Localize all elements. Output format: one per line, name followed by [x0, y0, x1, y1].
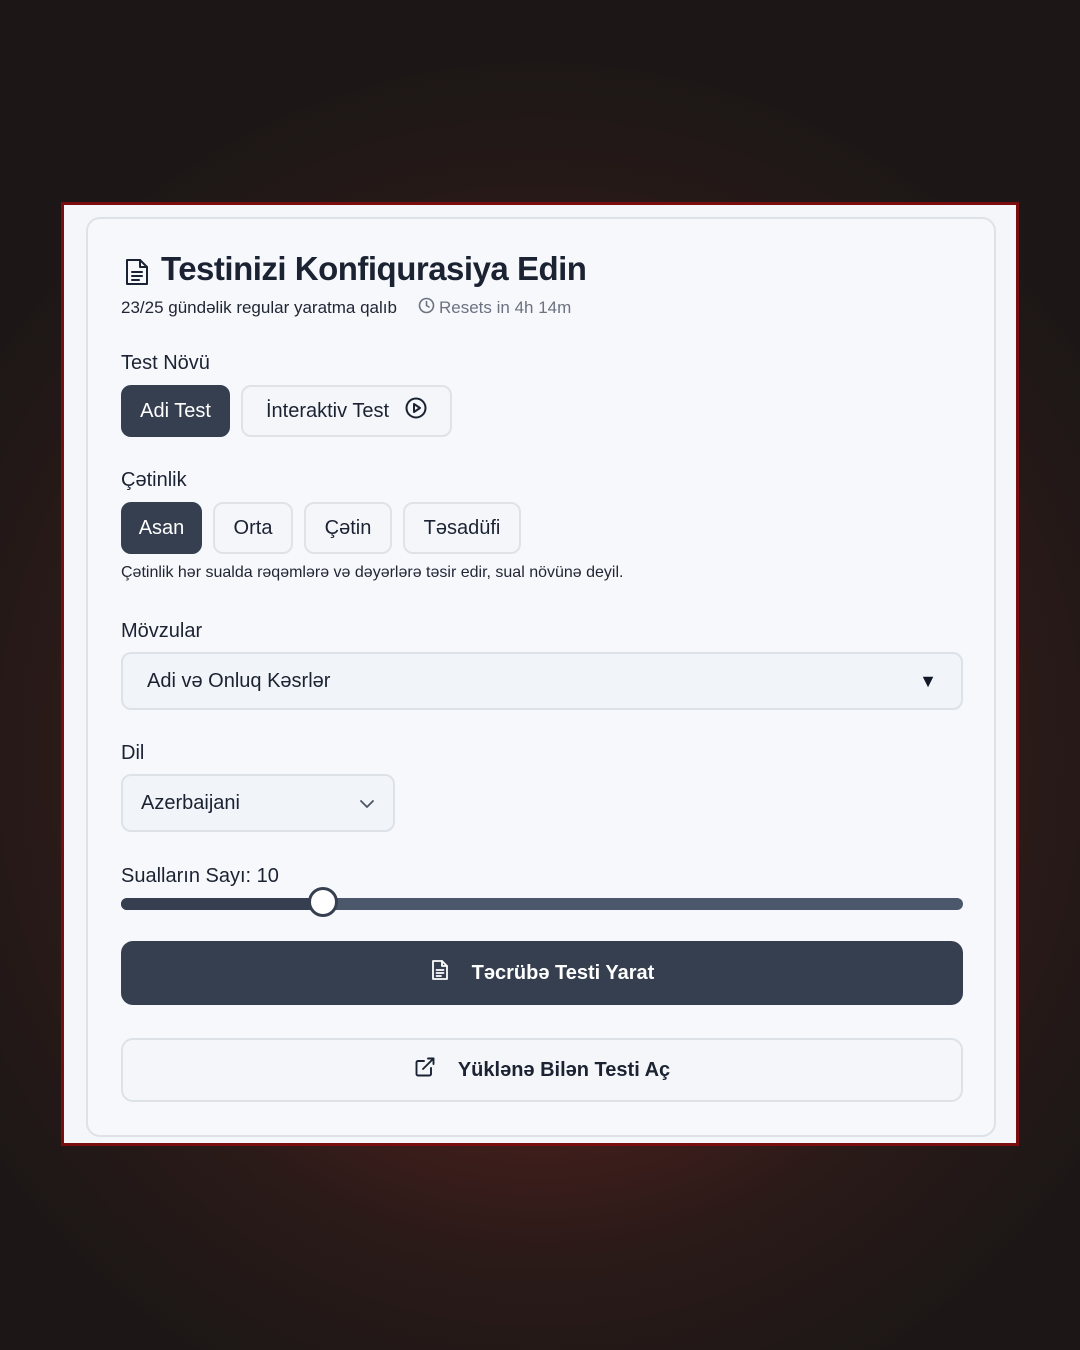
language-label: Dil	[121, 742, 145, 764]
language-select[interactable]: Azerbaijani	[121, 774, 395, 832]
triangle-down-icon: ▼	[919, 670, 937, 691]
difficulty-easy-button[interactable]: Asan	[121, 502, 202, 554]
difficulty-hard-button[interactable]: Çətin	[304, 502, 392, 554]
difficulty-hint: Çətinlik hər sualda rəqəmlərə və dəyərlə…	[121, 564, 624, 581]
clock-icon	[418, 297, 435, 319]
question-count-slider-thumb[interactable]	[308, 887, 338, 917]
chevron-down-icon	[359, 792, 375, 815]
question-count-slider-fill	[121, 898, 323, 910]
difficulty-hard-label: Çətin	[324, 516, 372, 539]
test-type-standard-label: Adi Test	[140, 399, 211, 422]
quota-text: 23/25 gündəlik regular yaratma qalıb	[121, 298, 397, 317]
difficulty-medium-label: Orta	[233, 516, 273, 539]
difficulty-label: Çətinlik	[121, 469, 187, 491]
question-count-label: Sualların Sayı: 10	[121, 865, 279, 887]
reset-timer: Resets in 4h 14m	[418, 297, 571, 319]
play-circle-icon	[405, 397, 427, 425]
test-type-interactive-label: İnteraktiv Test	[265, 399, 390, 422]
page-title: Testinizi Konfiqurasiya Edin	[161, 250, 587, 287]
open-downloadable-test-button[interactable]: Yüklənə Bilən Testi Aç	[121, 1038, 963, 1102]
difficulty-random-button[interactable]: Təsadüfi	[403, 502, 521, 554]
open-downloadable-test-label: Yüklənə Bilən Testi Aç	[457, 1058, 671, 1081]
difficulty-random-label: Təsadüfi	[423, 516, 501, 539]
generate-test-label: Təcrübə Testi Yarat	[471, 961, 655, 984]
reset-text: Resets in 4h 14m	[439, 298, 572, 317]
document-icon	[123, 257, 151, 287]
topics-value: Adi və Onluq Kəsrlər	[147, 669, 331, 692]
difficulty-easy-label: Asan	[138, 516, 185, 539]
language-value: Azerbaijani	[141, 791, 240, 814]
document-icon	[430, 959, 450, 987]
topics-select[interactable]: Adi və Onluq Kəsrlər ▼	[121, 652, 963, 710]
config-card: Testinizi Konfiqurasiya Edin 23/25 gündə…	[86, 217, 996, 1137]
test-type-standard-button[interactable]: Adi Test	[121, 385, 230, 437]
external-link-icon	[414, 1056, 436, 1084]
topics-label: Mövzular	[121, 620, 203, 642]
test-type-label: Test Növü	[121, 352, 210, 374]
generate-test-button[interactable]: Təcrübə Testi Yarat	[121, 941, 963, 1005]
test-type-interactive-button[interactable]: İnteraktiv Test	[241, 385, 452, 437]
app-frame: Testinizi Konfiqurasiya Edin 23/25 gündə…	[61, 202, 1019, 1146]
difficulty-medium-button[interactable]: Orta	[213, 502, 293, 554]
